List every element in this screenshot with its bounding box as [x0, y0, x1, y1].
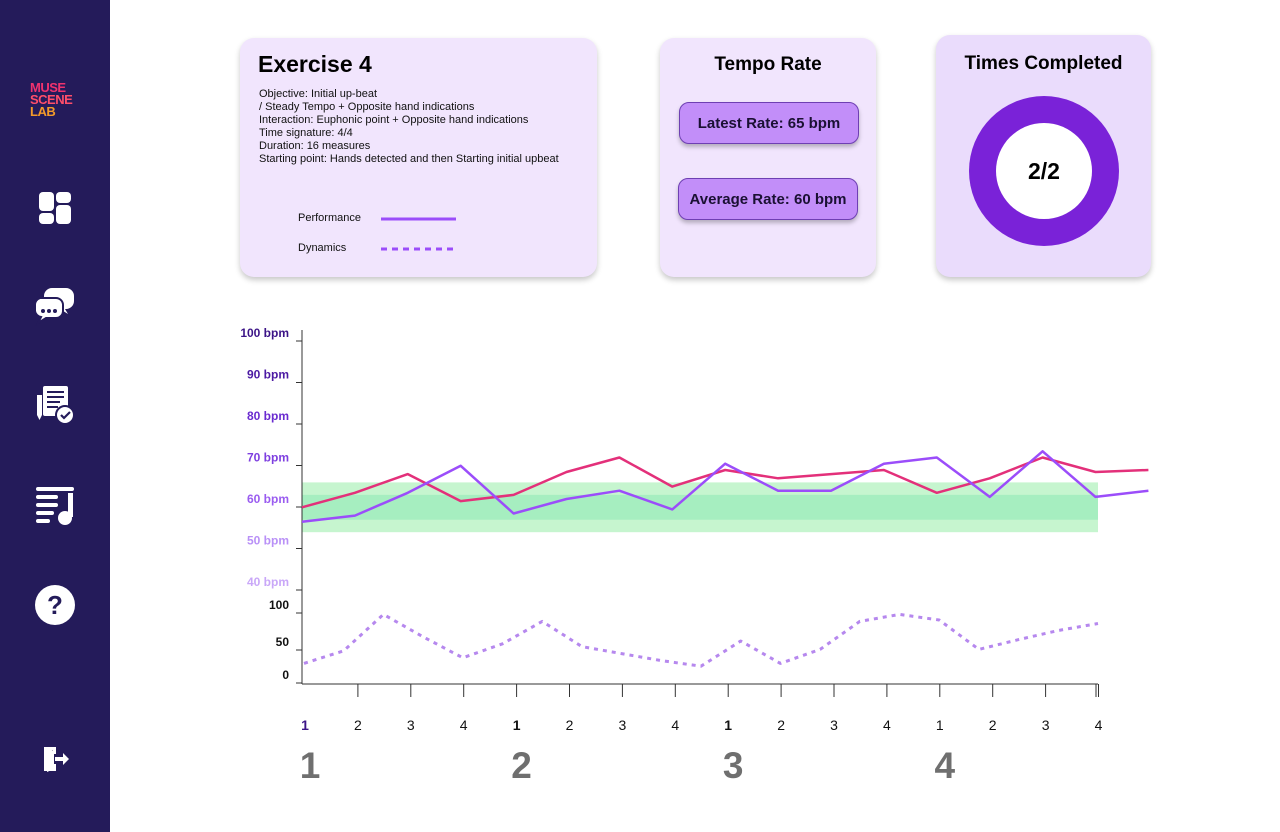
beat-label: 4	[460, 717, 468, 733]
target-band-inner	[302, 494, 1098, 520]
tempo-tick-label: 50 bpm	[247, 534, 289, 548]
measure-label: 4	[935, 745, 956, 786]
measure-label: 3	[723, 745, 744, 786]
beat-label: 1	[936, 717, 944, 733]
measure-label: 2	[511, 745, 532, 786]
dynamics-tick-label: 100	[269, 598, 289, 612]
beat-label: 2	[777, 717, 785, 733]
beat-label: 4	[671, 717, 679, 733]
dynamics-tick-label: 50	[276, 635, 290, 649]
tempo-tick-label: 90 bpm	[247, 368, 289, 382]
beat-label: 4	[883, 717, 891, 733]
measure-label: 1	[300, 745, 321, 786]
beat-label: 4	[1095, 717, 1103, 733]
beat-label: 1	[513, 717, 521, 733]
dynamics-tick-label: 0	[282, 668, 289, 682]
tempo-tick-label: 70 bpm	[247, 451, 289, 465]
tempo-tick-label: 60 bpm	[247, 492, 289, 506]
dynamics-series-line	[303, 612, 1099, 668]
beat-label: 3	[407, 717, 415, 733]
beat-label: 3	[830, 717, 838, 733]
tempo-tick-label: 40 bpm	[247, 575, 289, 589]
beat-label: 1	[724, 717, 732, 733]
tempo-dynamics-chart: 100 bpm 90 bpm 80 bpm 70 bpm 60 bpm 50 bpm 40 …	[240, 326, 1149, 786]
beat-label: 2	[354, 717, 362, 733]
beat-label: 3	[619, 717, 627, 733]
beat-label: 3	[1042, 717, 1050, 733]
tempo-tick-label: 80 bpm	[247, 409, 289, 423]
beat-label: 2	[566, 717, 574, 733]
beat-label: 2	[989, 717, 997, 733]
tempo-tick-label: 100 bpm	[240, 326, 289, 340]
beat-label: 1	[301, 717, 309, 733]
